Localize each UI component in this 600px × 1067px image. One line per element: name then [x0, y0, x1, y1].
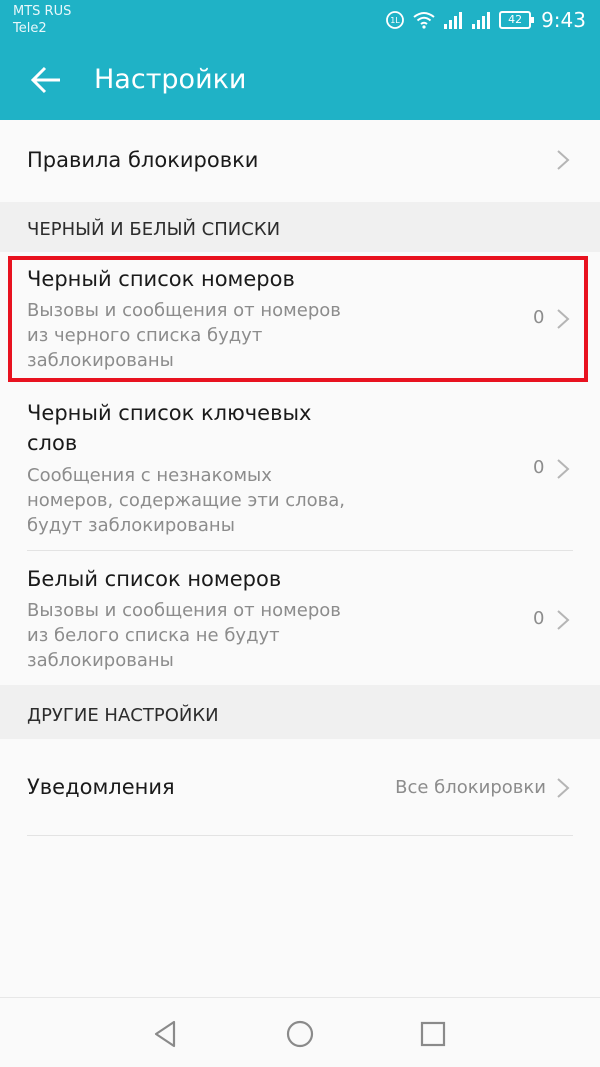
- whitelist-numbers-count: 0: [533, 608, 545, 629]
- chevron-right-icon: [557, 459, 570, 479]
- whitelist-numbers-desc-3: заблокированы: [27, 650, 174, 671]
- whitelist-numbers-desc-2: из белого списка не будут: [27, 625, 280, 646]
- navigation-bar: [0, 997, 600, 1067]
- status-icons: 1L 42 9:43: [385, 8, 586, 32]
- notifications-title: Уведомления: [27, 775, 175, 799]
- whitelist-numbers-item[interactable]: Белый список номеров Вызовы и сообщения …: [0, 551, 600, 685]
- nav-recents-icon[interactable]: [415, 1016, 451, 1052]
- whitelist-numbers-desc-1: Вызовы и сообщения от номеров: [27, 600, 341, 621]
- volte-icon: 1L: [386, 11, 404, 29]
- notifications-item[interactable]: Уведомления Все блокировки: [0, 739, 600, 835]
- app-header: MTS RUS Tele2 1L 42 9:43 Настройки: [0, 0, 600, 120]
- svg-text:1L: 1L: [390, 16, 400, 25]
- section-header-other: ДРУГИЕ НАСТРОЙКИ: [0, 685, 600, 739]
- whitelist-numbers-title: Белый список номеров: [27, 567, 282, 591]
- nav-home-icon[interactable]: [282, 1016, 318, 1052]
- block-rules-title: Правила блокировки: [27, 148, 259, 172]
- nav-back-icon[interactable]: [148, 1016, 184, 1052]
- blacklist-keywords-item[interactable]: Черный список ключевых слов Сообщения с …: [0, 386, 600, 550]
- notifications-value: Все блокировки: [395, 777, 546, 798]
- wifi-icon: [413, 12, 435, 29]
- page-title: Настройки: [94, 64, 247, 95]
- signal-icon-2: [472, 12, 491, 29]
- divider: [27, 835, 573, 836]
- clock: 9:43: [541, 8, 586, 32]
- chevron-right-icon: [557, 610, 570, 630]
- signal-icon-1: [444, 12, 463, 29]
- highlight-annotation: [8, 256, 588, 382]
- blacklist-keywords-desc-3: будут заблокированы: [27, 515, 235, 536]
- block-rules-item[interactable]: Правила блокировки: [0, 120, 600, 202]
- blacklist-keywords-title-2: слов: [27, 431, 78, 455]
- carrier-name-2: Tele2: [13, 21, 47, 36]
- back-button[interactable]: [26, 60, 66, 100]
- battery-icon: 42: [499, 11, 535, 29]
- blacklist-keywords-count: 0: [533, 457, 545, 478]
- status-bar: MTS RUS Tele2 1L 42 9:43: [0, 0, 600, 42]
- section-header-lists: ЧЕРНЫЙ И БЕЛЫЙ СПИСКИ: [0, 202, 600, 252]
- arrow-back-icon: [30, 66, 60, 94]
- chevron-right-icon: [557, 150, 570, 170]
- carrier-name-1: MTS RUS: [13, 4, 72, 19]
- blacklist-keywords-desc-2: номеров, содержащие эти слова,: [27, 490, 346, 511]
- blacklist-keywords-title-1: Черный список ключевых: [27, 401, 312, 425]
- chevron-right-icon: [557, 778, 570, 798]
- blacklist-keywords-desc-1: Сообщения с незнакомых: [27, 465, 272, 486]
